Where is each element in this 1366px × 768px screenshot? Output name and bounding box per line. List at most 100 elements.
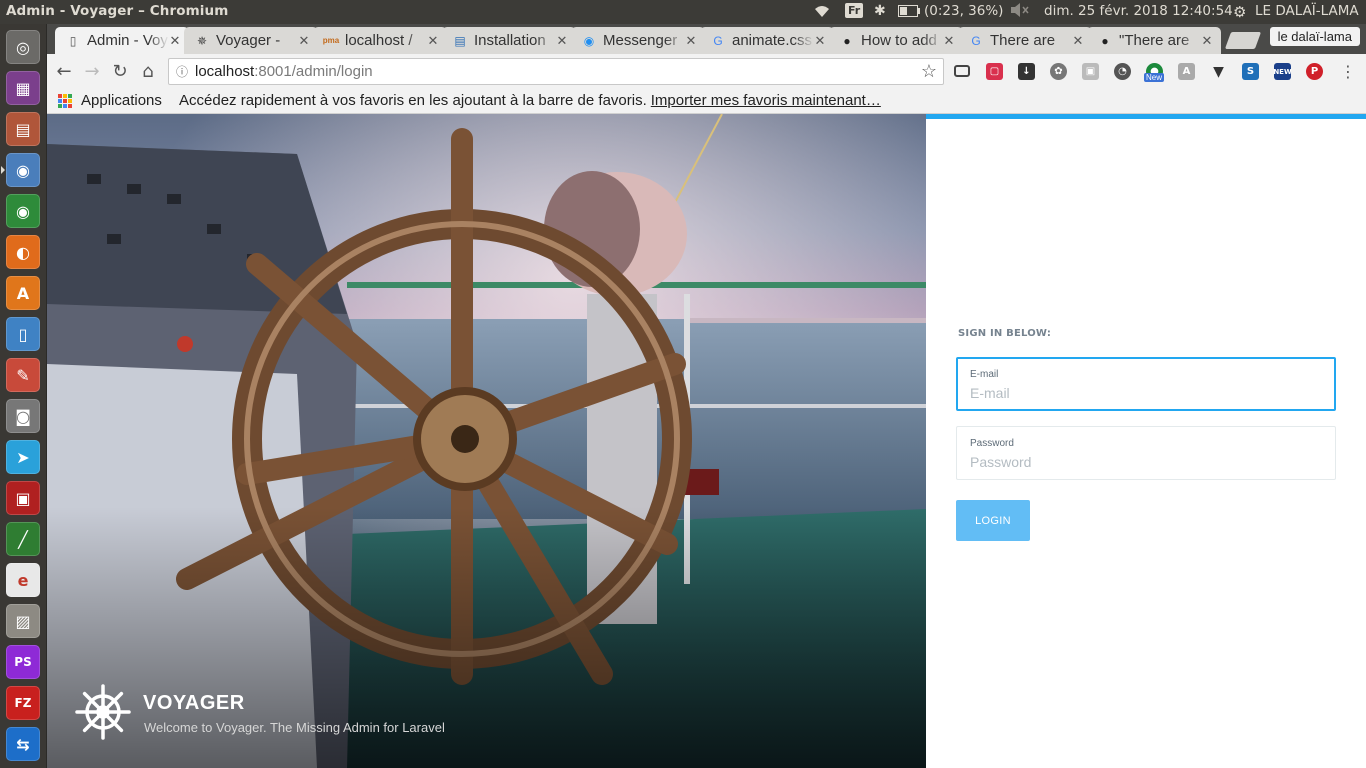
extension-icon[interactable]: S [1242, 63, 1259, 80]
accent-top-bar [926, 114, 1366, 119]
tab-title: localhost / [345, 32, 413, 49]
session-gear-icon[interactable]: ⚙ [1233, 3, 1246, 21]
doc-book-icon: ▤ [454, 33, 466, 48]
browser-tab[interactable]: ✵ Voyager - ✕ [184, 27, 318, 54]
address-host: localhost [195, 63, 255, 80]
launcher-files-icon[interactable]: ▤ [6, 112, 40, 146]
bluetooth-icon[interactable]: ✱ [874, 3, 886, 19]
keyboard-layout-label: Fr [845, 3, 864, 18]
browser-tab[interactable]: ● "There are ✕ [1087, 27, 1221, 54]
launcher-app-red-icon[interactable]: ▣ [6, 481, 40, 515]
close-tab-icon[interactable]: ✕ [1201, 33, 1213, 49]
brand-subtitle: Welcome to Voyager. The Missing Admin fo… [144, 720, 445, 735]
launcher-teamviewer-icon[interactable]: ⇆ [6, 727, 40, 761]
profile-button[interactable]: le dalaï-lama [1269, 27, 1360, 46]
phpmyadmin-icon: pma [322, 36, 340, 45]
browser-tab[interactable]: ◉ Messenger ✕ [571, 27, 705, 54]
page-icon: ▯ [69, 33, 77, 48]
tab-strip: le dalaï-lama ▯Admin - Voyager✕✵Voyager … [47, 24, 1366, 54]
info-icon[interactable]: ⓘ [169, 63, 195, 80]
wifi-icon[interactable] [812, 3, 832, 19]
battery-indicator[interactable]: (0:23, 36%) [898, 3, 1003, 19]
new-tab-button[interactable] [1224, 32, 1262, 49]
close-tab-icon[interactable]: ✕ [556, 33, 568, 49]
launcher-document-viewer-icon[interactable]: e [6, 563, 40, 597]
reload-icon[interactable]: ↻ [108, 60, 132, 82]
address-path: :8001/admin/login [254, 63, 373, 80]
apps-grid-icon[interactable] [58, 94, 72, 108]
browser-tab[interactable]: Ganimate.css ✕ [700, 27, 834, 54]
email-field-group: E-mail [956, 357, 1336, 411]
bookmark-star-icon[interactable]: ☆ [921, 61, 937, 82]
launcher-screenshot-icon[interactable]: ◙ [6, 399, 40, 433]
battery-icon [898, 5, 920, 17]
address-bar[interactable]: ⓘ localhost:8001/admin/login ☆ [168, 58, 944, 85]
launcher-filezilla-icon[interactable]: FZ [6, 686, 40, 720]
keyboard-layout-indicator[interactable]: Fr [845, 3, 864, 18]
extension-icon[interactable]: ✿ [1050, 63, 1067, 80]
browser-tab[interactable]: ● How to add ✕ [829, 27, 963, 54]
launcher-firefox-icon[interactable]: ◐ [6, 235, 40, 269]
browser-tab[interactable]: G There are ✕ [958, 27, 1092, 54]
launcher-ubuntu-dash-icon[interactable]: ◎ [6, 30, 40, 64]
tab-title: How to add [861, 32, 937, 49]
news-extension-icon[interactable]: NEW [1273, 63, 1292, 80]
chat-extension-icon[interactable]: ◔ [1114, 63, 1131, 80]
google-icon: G [713, 33, 723, 48]
close-tab-icon[interactable]: ✕ [1072, 33, 1084, 49]
angular-extension-icon[interactable]: A [1178, 63, 1195, 80]
close-tab-icon[interactable]: ✕ [685, 33, 697, 49]
hero-background-image: VOYAGER Welcome to Voyager. The Missing … [47, 114, 926, 768]
bookmarks-bar: Applications Accédez rapidement à vos fa… [47, 88, 1366, 114]
session-username[interactable]: LE DALAÏ-LAMA [1255, 3, 1359, 19]
password-input[interactable] [970, 452, 1320, 472]
password-field-group: Password [956, 426, 1336, 480]
browser-tab[interactable]: pma localhost / ✕ [313, 27, 447, 54]
clock[interactable]: dim. 25 févr. 2018 12:40:54 [1044, 3, 1233, 19]
launcher-libreoffice-writer-icon[interactable]: ▯ [6, 317, 40, 351]
brand-title: VOYAGER [143, 692, 245, 714]
new-badge: New [1144, 73, 1165, 82]
home-icon[interactable]: ⌂ [136, 60, 160, 82]
forward-arrow-icon[interactable]: → [80, 60, 104, 82]
launcher-image-viewer-icon[interactable]: ▨ [6, 604, 40, 638]
cast-icon[interactable] [954, 65, 970, 77]
close-tab-icon[interactable]: ✕ [169, 33, 181, 49]
close-tab-icon[interactable]: ✕ [814, 33, 826, 49]
login-button[interactable]: LOGIN [956, 500, 1030, 541]
close-tab-icon[interactable]: ✕ [298, 33, 310, 49]
browser-tab[interactable]: ▯ Admin - Voyager✕ [55, 27, 189, 54]
launcher-color-picker-icon[interactable]: ╱ [6, 522, 40, 556]
apps-link[interactable]: Applications [81, 92, 162, 109]
email-input[interactable] [970, 383, 1320, 403]
download-extension-icon[interactable]: ↓ [1018, 63, 1035, 80]
close-tab-icon[interactable]: ✕ [943, 33, 955, 49]
back-arrow-icon[interactable]: ← [52, 60, 76, 82]
volume-muted-icon[interactable] [1010, 3, 1030, 17]
launcher-chrome-icon[interactable]: ◉ [6, 194, 40, 228]
password-label: Password [970, 438, 1014, 449]
window-title: Admin - Voyager – Chromium [6, 3, 229, 19]
browser-tab[interactable]: ▤ Installation ✕ [442, 27, 576, 54]
extension-icon[interactable]: ▣ [1082, 63, 1099, 80]
launcher-software-center-icon[interactable]: A [6, 276, 40, 310]
github-icon: ● [843, 33, 851, 48]
launcher-telegram-icon[interactable]: ➤ [6, 440, 40, 474]
menu-kebab-icon[interactable]: ⋮ [1336, 60, 1360, 82]
close-tab-icon[interactable]: ✕ [427, 33, 439, 49]
bookmarks-hint-text: Accédez rapidement à vos favoris en les … [179, 92, 647, 109]
email-label: E-mail [970, 369, 999, 380]
import-bookmarks-link[interactable]: Importer mes favoris maintenant… [651, 92, 881, 109]
pinterest-icon[interactable]: P [1306, 63, 1323, 80]
pocket-extension-icon[interactable]: ▢ [986, 63, 1003, 80]
tab-title: Admin - Voyager [87, 32, 169, 49]
tab-title: "There are [1119, 32, 1190, 49]
launcher-chromium-icon[interactable]: ◉ [6, 153, 40, 187]
tab-title: Messenger [603, 32, 678, 49]
launcher-video-app-icon[interactable]: ▦ [6, 71, 40, 105]
vue-devtools-icon[interactable]: ▼ [1210, 63, 1227, 80]
launcher-system-settings-icon[interactable]: ✎ [6, 358, 40, 392]
sign-in-heading: SIGN IN BELOW: [958, 328, 1052, 339]
launcher-phpstorm-icon[interactable]: PS [6, 645, 40, 679]
system-top-panel: Admin - Voyager – Chromium Fr ✱ (0:23, 3… [0, 0, 1366, 24]
